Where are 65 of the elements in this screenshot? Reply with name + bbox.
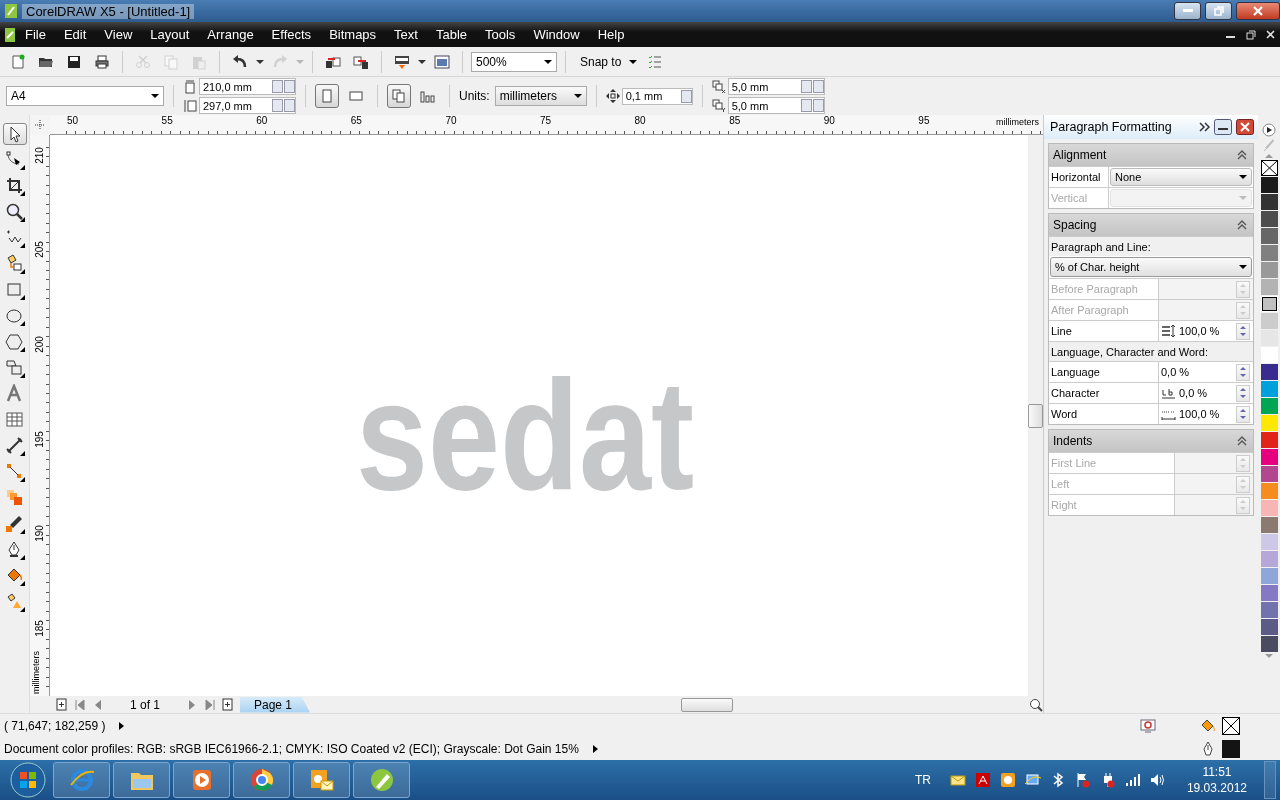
units-label: Units: (459, 89, 490, 103)
ruler-unit: millimeters (31, 651, 41, 694)
spin-field[interactable]: 5,0 mm (727, 97, 825, 114)
menu-item[interactable]: Bitmaps (320, 27, 386, 42)
ruler-label: 75 (539, 115, 553, 127)
cursor-coordinates: ( 71,647; 182,259 ) (4, 719, 106, 733)
ruler-label: 185 (34, 619, 45, 637)
menu-item[interactable]: Edit (54, 27, 96, 42)
ruler-label: 200 (34, 336, 45, 353)
section-header[interactable]: Indents (1049, 430, 1253, 452)
ruler-label: 65 (350, 115, 363, 127)
page-tab[interactable]: Page 1 (240, 696, 311, 713)
menu-item[interactable]: Help (588, 27, 634, 42)
field-label: Language (1049, 362, 1159, 382)
menu-item[interactable]: File (16, 27, 55, 42)
clock-time[interactable]: 11:51 (1202, 764, 1232, 780)
ruler-label: 70 (445, 115, 458, 127)
page-counter: 1 of 1 (129, 697, 161, 712)
ruler-unit: millimeters (996, 117, 1039, 127)
ruler-label: 190 (34, 525, 45, 542)
ruler-label: 210 (34, 146, 45, 164)
menu-item[interactable]: Tools (476, 27, 525, 42)
spin-field[interactable]: 0,0 % (1159, 362, 1253, 382)
color-profiles-text: Document color profiles: RGB: sRGB IEC61966-2.1; CMYK: ISO Coated v2 (ECI); Grayscale: Dot Gain 15% (4, 742, 579, 756)
ruler-label: 205 (34, 241, 45, 259)
spin-field[interactable]: 100,0 % (1159, 321, 1253, 341)
docker-title: Paragraph Formatting (1050, 120, 1173, 134)
field-label: Character (1049, 383, 1159, 403)
select-field[interactable]: None (1110, 168, 1252, 186)
group-label: Language, Character and Word: (1049, 341, 1253, 361)
units-dropdown[interactable]: millimeters (494, 86, 587, 106)
spin-field[interactable]: 297,0 mm (199, 97, 296, 114)
ruler-label: 195 (34, 430, 45, 448)
menu-item[interactable]: View (95, 27, 142, 42)
ruler-label: 80 (634, 115, 647, 127)
artwork-text: sedat (356, 357, 695, 513)
spin-field[interactable]: 5,0 mm (727, 78, 825, 95)
zoom-dropdown[interactable]: 500% (471, 51, 557, 72)
ruler-label: 90 (823, 115, 836, 127)
spin-field[interactable]: 100,0 % (1159, 404, 1253, 424)
spin-field[interactable]: 0,1 mm (621, 87, 693, 105)
units-dropdown[interactable]: % of Char. height (1050, 257, 1252, 277)
ruler-label: 60 (256, 115, 269, 127)
menu-item[interactable]: Arrange (198, 27, 263, 42)
ruler-label: 55 (161, 115, 174, 127)
section-header[interactable]: Alignment (1049, 144, 1253, 166)
spin-field[interactable]: 210,0 mm (199, 78, 296, 95)
menu-item[interactable]: Text (385, 27, 427, 42)
field-label: Horizontal (1049, 167, 1109, 187)
ruler-label: 50 (67, 115, 80, 127)
clock-date[interactable]: 19.03.2012 (1186, 780, 1247, 796)
page-size-dropdown[interactable]: A4 (6, 86, 164, 106)
spin-field[interactable]: 0,0 % (1159, 383, 1253, 403)
ruler-label: 85 (729, 115, 742, 127)
menu-item[interactable]: Layout (141, 27, 199, 42)
field-label: Word (1049, 404, 1159, 424)
snap-to-dropdown[interactable]: Snap to (574, 53, 644, 70)
group-label: Paragraph and Line: (1049, 236, 1253, 256)
window-title: CorelDRAW X5 - [Untitled-1] (22, 3, 195, 19)
menu-item[interactable]: Effects (262, 27, 321, 42)
language-indicator[interactable]: TR (914, 773, 931, 787)
field-label: Vertical (1049, 188, 1109, 208)
menu-item[interactable]: Window (524, 27, 589, 42)
section-header[interactable]: Spacing (1049, 214, 1253, 236)
menu-item[interactable]: Table (426, 27, 476, 42)
